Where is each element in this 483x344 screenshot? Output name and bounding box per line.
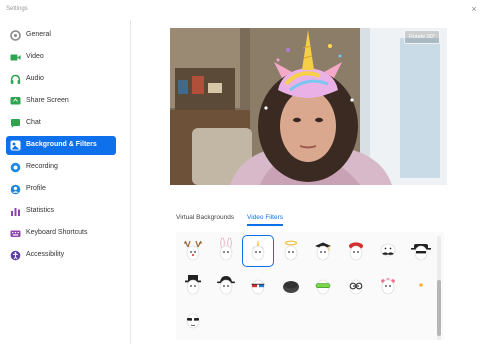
sidebar-item-label: General (26, 31, 51, 38)
bunny-ears-filter[interactable] (211, 236, 241, 266)
sidebar-item-label: Keyboard Shortcuts (26, 229, 88, 236)
red-beret-filter[interactable] (341, 236, 371, 266)
flower-crown-filter[interactable] (373, 270, 403, 300)
keyboard-icon (10, 230, 21, 237)
round-glasses-filter-icon (349, 279, 362, 295)
profile-icon (10, 184, 21, 195)
sidebar-item-label: Accessibility (26, 251, 65, 258)
sidebar-item-label: Share Screen (26, 97, 69, 104)
gear-icon (10, 30, 21, 41)
sidebar-item-accessibility[interactable]: Accessibility (6, 246, 116, 265)
rotate-button[interactable]: Rotate 90° (404, 30, 441, 44)
statistics-icon (11, 208, 20, 216)
deer-antlers-filter-icon (184, 240, 202, 261)
sidebar-item-chat[interactable]: Chat (6, 114, 116, 133)
round-glasses-filter[interactable] (341, 270, 371, 300)
video-camera-icon (10, 54, 21, 61)
sidebar-item-label: Profile (26, 185, 46, 192)
close-icon[interactable]: × (469, 4, 479, 14)
background-icon (10, 140, 21, 151)
dark-hat-filter-icon (282, 281, 299, 293)
ski-goggles-filter-icon (315, 279, 331, 295)
unicorn-filter-icon (251, 239, 265, 261)
red-beret-filter-icon (348, 242, 363, 261)
3d-glasses-filter-icon (251, 279, 265, 295)
sunglasses-filter-icon (186, 313, 200, 329)
scrollbar-thumb[interactable] (437, 280, 441, 336)
top-hat-filter-icon (185, 275, 201, 295)
chat-bubble-icon (11, 119, 20, 128)
bandit-hat-filter[interactable] (406, 236, 436, 266)
window-title: Settings (6, 6, 28, 12)
fedora-filter-icon (216, 276, 235, 295)
mustache-filter-icon (380, 243, 396, 257)
sidebar-item-video[interactable]: Video (6, 48, 116, 67)
sidebar-item-audio[interactable]: Audio (6, 70, 116, 89)
sidebar-item-keyboard-shortcuts[interactable]: Keyboard Shortcuts (6, 224, 116, 243)
video-preview (170, 28, 447, 185)
sidebar-divider (130, 20, 131, 344)
share-screen-icon (10, 97, 21, 105)
sidebar-item-profile[interactable]: Profile (6, 180, 116, 199)
tab-virtual-backgrounds[interactable]: Virtual Backgrounds (176, 214, 234, 221)
top-hat-filter[interactable] (178, 270, 208, 300)
mustache-filter[interactable] (373, 236, 403, 266)
sparkle-filter[interactable] (406, 270, 436, 300)
sidebar-item-label: Audio (26, 75, 44, 82)
halo-filter-icon (284, 240, 297, 261)
sidebar-item-label: Statistics (26, 207, 55, 214)
sidebar-item-label: Video (26, 53, 44, 60)
camera-feed (170, 28, 447, 185)
deer-antlers-filter[interactable] (178, 236, 208, 266)
title-bar: Settings × (0, 0, 483, 22)
bunny-ears-filter-icon (219, 237, 232, 261)
graduation-cap-filter[interactable] (308, 236, 338, 266)
ski-goggles-filter[interactable] (308, 270, 338, 300)
unicorn-filter[interactable] (242, 235, 274, 267)
sidebar-item-share-screen[interactable]: Share Screen (6, 92, 116, 111)
record-icon (10, 162, 21, 173)
sidebar-item-recording[interactable]: Recording (6, 158, 116, 177)
3d-glasses-filter[interactable] (243, 270, 273, 300)
headphones-icon (10, 74, 21, 84)
sidebar-item-general[interactable]: General (6, 26, 116, 45)
flower-crown-filter-icon (381, 277, 395, 295)
accessibility-icon (10, 250, 21, 261)
fedora-filter[interactable] (211, 270, 241, 300)
sidebar-item-statistics[interactable]: Statistics (6, 202, 116, 221)
settings-sidebar: General Video Audio Share Screen Chat Backgro… (0, 26, 130, 268)
graduation-cap-filter-icon (315, 242, 331, 261)
halo-filter[interactable] (276, 236, 306, 266)
sunglasses-filter[interactable] (178, 304, 208, 334)
bandit-hat-filter-icon (410, 244, 431, 261)
tab-video-filters[interactable]: Video Filters (247, 214, 284, 226)
sidebar-item-background-filters[interactable]: Background & Filters (6, 136, 116, 155)
sparkle-filter-icon (418, 283, 423, 287)
sidebar-item-label: Chat (26, 119, 41, 126)
dark-hat-filter[interactable] (276, 270, 306, 300)
sidebar-item-label: Background & Filters (26, 141, 97, 148)
sidebar-item-label: Recording (26, 163, 58, 170)
